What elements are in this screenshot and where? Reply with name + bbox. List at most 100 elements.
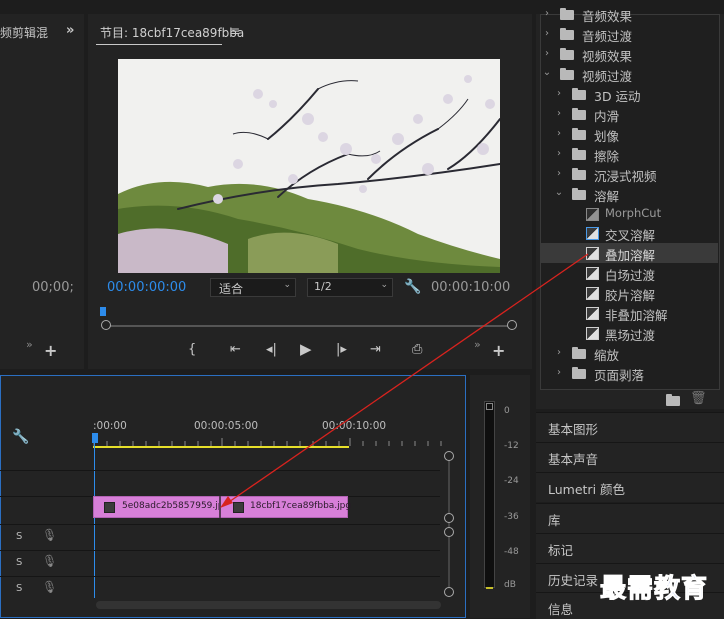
program-playhead-marker[interactable]	[100, 307, 106, 316]
go-to-out-icon[interactable]: ⇥	[370, 343, 381, 357]
step-back-icon[interactable]: ◂|	[266, 343, 277, 357]
source-more-icon[interactable]: »	[26, 338, 33, 352]
meter-label-48: -48	[504, 547, 519, 557]
effect-additive-dissolve[interactable]: 叠加溶解	[540, 243, 718, 263]
solo-button[interactable]: S	[16, 583, 22, 594]
source-panel-title[interactable]: 频剪辑混	[0, 24, 48, 41]
expand-panels-icon[interactable]: »	[66, 24, 74, 38]
effects-row-label: 缩放	[594, 348, 620, 363]
chevron-down-icon: ⌄	[283, 280, 291, 290]
chevron-right-icon: ›	[545, 48, 549, 59]
effects-row-video-transitions[interactable]: ⌄ 视频过渡	[540, 64, 718, 84]
effects-row-dissolve[interactable]: ⌄ 溶解	[540, 184, 718, 204]
vertical-zoom-bar[interactable]	[448, 456, 450, 592]
effects-row-page-peel[interactable]: › 页面剥落	[540, 363, 718, 383]
effect-dip-to-white[interactable]: 白场过渡	[540, 263, 718, 283]
effects-row-label: 内滑	[594, 109, 620, 124]
program-duration: 00:00:10:00	[431, 280, 511, 295]
chevron-right-icon: ›	[557, 108, 561, 119]
wrench-icon[interactable]: 🔧	[404, 280, 421, 294]
effect-label: 叠加溶解	[605, 248, 656, 263]
audio-track-a1[interactable]: S 🎙	[0, 524, 440, 549]
program-current-time[interactable]: 00:00:00:00	[107, 280, 186, 295]
transition-effect-icon	[586, 208, 599, 221]
effect-non-additive-dissolve[interactable]: 非叠加溶解	[540, 303, 718, 323]
effects-row-wipe[interactable]: › 擦除	[540, 144, 718, 164]
microphone-icon[interactable]: 🎙	[42, 580, 57, 594]
effects-row-3d-motion[interactable]: › 3D 运动	[540, 84, 718, 104]
effects-row-iris[interactable]: › 划像	[540, 124, 718, 144]
step-forward-icon[interactable]: |▸	[336, 343, 347, 357]
go-to-in-icon[interactable]: ⇤	[230, 343, 241, 357]
delete-icon[interactable]: 🗑	[690, 392, 707, 406]
work-area-bar[interactable]	[93, 446, 349, 448]
microphone-icon[interactable]: 🎙	[42, 528, 57, 542]
meter-label-0: 0	[504, 406, 510, 416]
effects-row-immersive-video[interactable]: › 沉浸式视频	[540, 164, 718, 184]
folder-icon	[572, 188, 586, 200]
effects-row-zoom[interactable]: › 缩放	[540, 343, 718, 363]
new-bin-icon[interactable]	[666, 394, 680, 406]
timeline-clip[interactable]: 5e08adc2b5857959.jpg	[93, 496, 229, 518]
section-essential-graphics[interactable]: 基本图形	[536, 412, 724, 442]
effects-row-label: 擦除	[594, 149, 620, 164]
mark-in-icon[interactable]: {	[188, 343, 196, 357]
effects-row-audio-transitions[interactable]: › 音频过渡	[540, 24, 718, 44]
play-icon[interactable]: ▶	[300, 342, 312, 357]
solo-button[interactable]: S	[16, 557, 22, 568]
chevron-right-icon: ›	[545, 8, 549, 19]
section-essential-sound[interactable]: 基本声音	[536, 442, 724, 472]
chevron-down-icon: ⌄	[380, 280, 388, 290]
audio-track-a2[interactable]: S 🎙	[0, 550, 440, 575]
solo-button[interactable]: S	[16, 531, 22, 542]
program-scrub-bar[interactable]	[106, 325, 512, 327]
chevron-right-icon: ›	[545, 28, 549, 39]
source-panel	[0, 14, 84, 369]
source-add-button[interactable]: +	[44, 343, 57, 359]
scrub-end-handle[interactable]	[507, 320, 517, 330]
effect-cross-dissolve[interactable]: 交叉溶解	[540, 223, 718, 243]
effect-label: MorphCut	[605, 206, 662, 220]
section-markers[interactable]: 标记	[536, 533, 724, 563]
folder-icon	[572, 128, 586, 140]
meter-label-db: dB	[504, 580, 516, 590]
scrub-start-handle[interactable]	[101, 320, 111, 330]
section-label: 标记	[548, 543, 574, 558]
export-frame-icon[interactable]: ⎙	[412, 343, 422, 357]
horizontal-scrollbar[interactable]	[96, 601, 441, 609]
program-more-icon[interactable]: »	[474, 338, 481, 352]
section-lumetri-color[interactable]: Lumetri 颜色	[536, 472, 724, 502]
scroll-handle[interactable]	[444, 451, 454, 461]
meter-label-12: -12	[504, 441, 519, 451]
timeline-clip[interactable]: 18cbf17cea89fbba.jpg	[220, 496, 351, 518]
scroll-handle[interactable]	[444, 587, 454, 597]
transition-effect-icon	[586, 287, 599, 300]
effects-row-audio-effects[interactable]: › 音频效果	[540, 4, 718, 24]
effects-row-video-effects[interactable]: › 视频效果	[540, 44, 718, 64]
chevron-right-icon: ›	[557, 88, 561, 99]
microphone-icon[interactable]: 🎙	[42, 554, 57, 568]
program-add-button[interactable]: +	[492, 343, 505, 359]
wrench-icon[interactable]: 🔧	[12, 430, 29, 444]
effect-dip-to-black[interactable]: 黑场过渡	[540, 323, 718, 343]
effect-morphcut[interactable]: MorphCut	[540, 204, 718, 224]
folder-icon	[572, 88, 586, 100]
scroll-handle[interactable]	[444, 513, 454, 523]
ruler-ticks	[93, 438, 442, 446]
scroll-handle[interactable]	[444, 527, 454, 537]
fit-dropdown[interactable]: 适合 ⌄	[210, 278, 296, 297]
resolution-dropdown[interactable]: 1/2 ⌄	[307, 278, 393, 297]
effect-film-dissolve[interactable]: 胶片溶解	[540, 283, 718, 303]
image-thumbnail-icon	[233, 502, 244, 513]
effect-label: 非叠加溶解	[605, 308, 668, 323]
program-title[interactable]: 节目: 18cbf17cea89fbba	[100, 24, 244, 41]
panel-menu-icon[interactable]: ≡	[230, 24, 240, 38]
effects-row-slide[interactable]: › 内滑	[540, 104, 718, 124]
video-track-v2[interactable]	[0, 470, 440, 495]
effects-row-label: 音频过渡	[582, 29, 633, 44]
folder-icon	[560, 48, 574, 60]
effects-row-label: 划像	[594, 129, 620, 144]
section-libraries[interactable]: 库	[536, 503, 724, 533]
audio-track-a3[interactable]: S 🎙	[0, 576, 440, 601]
timeline-playhead-marker[interactable]	[92, 433, 98, 443]
